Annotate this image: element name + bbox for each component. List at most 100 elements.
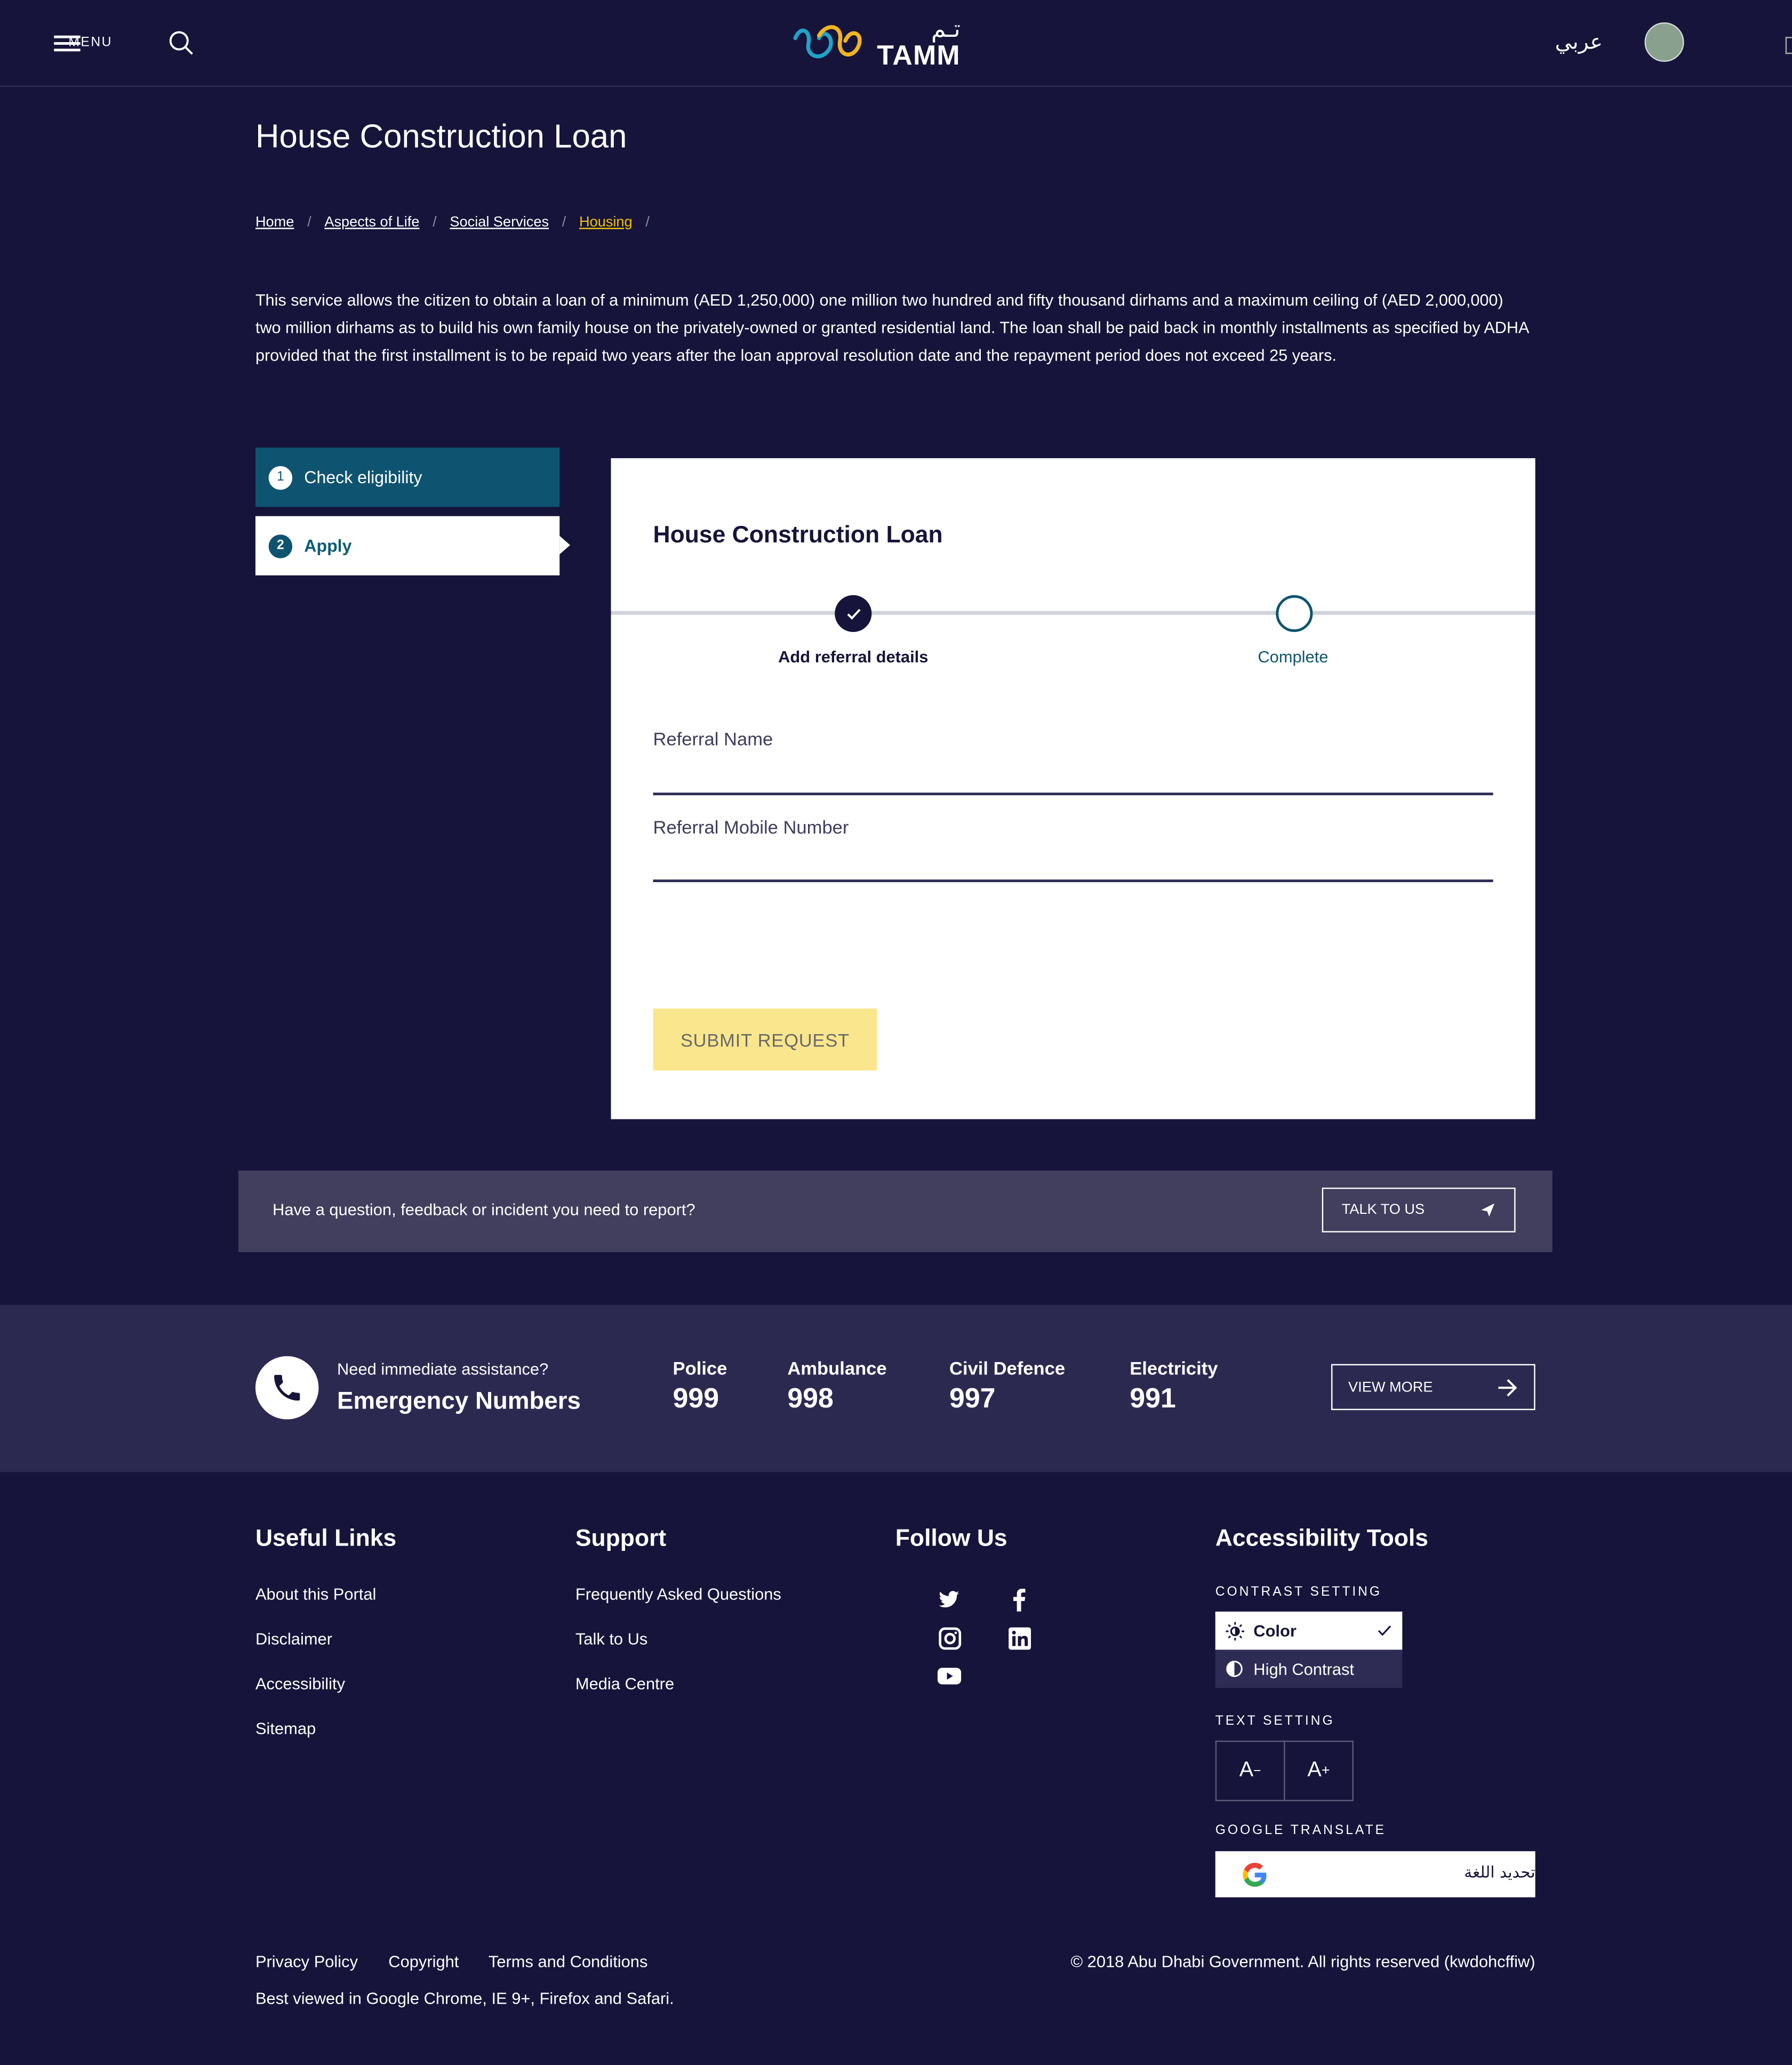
footer-link-faq[interactable]: Frequently Asked Questions bbox=[575, 1585, 781, 1604]
step-label: Apply bbox=[304, 535, 352, 556]
step-check-eligibility[interactable]: 1 Check eligibility bbox=[255, 447, 560, 507]
text-increase-button[interactable]: A + bbox=[1285, 1742, 1353, 1800]
footer-link-disclaimer[interactable]: Disclaimer bbox=[255, 1630, 332, 1648]
service-name: Ambulance bbox=[787, 1357, 887, 1379]
translate-language-select[interactable]: تحديد اللغة bbox=[1464, 1863, 1535, 1882]
service-number: 991 bbox=[1130, 1383, 1176, 1414]
footer-link-media-centre[interactable]: Media Centre bbox=[575, 1675, 674, 1693]
application-form-card: House Construction Loan Add referral det… bbox=[611, 458, 1535, 1119]
menu-label[interactable]: MENU bbox=[68, 36, 113, 50]
contrast-option-high-contrast[interactable]: High Contrast bbox=[1215, 1650, 1403, 1688]
checkmark-icon bbox=[1378, 1625, 1391, 1636]
breadcrumb-housing[interactable]: Housing bbox=[579, 214, 633, 230]
step-number: 1 bbox=[268, 465, 293, 490]
google-g-icon bbox=[1243, 1862, 1267, 1887]
logo-arabic: تـم bbox=[931, 15, 961, 43]
tamm-logo[interactable]: تـم TAMM bbox=[790, 17, 961, 70]
assistance-prompt: Need immediate assistance? bbox=[337, 1360, 549, 1379]
emergency-electricity: Electricity 991 bbox=[1130, 1357, 1218, 1415]
half-circle-icon bbox=[1226, 1660, 1243, 1677]
follow-us-heading: Follow Us bbox=[895, 1524, 1007, 1551]
service-description: This service allows the citizen to obtai… bbox=[255, 291, 1529, 365]
breadcrumb-home[interactable]: Home bbox=[255, 214, 294, 230]
talk-to-us-button[interactable]: TALK TO US bbox=[1322, 1187, 1516, 1232]
facebook-icon[interactable] bbox=[1007, 1588, 1031, 1612]
google-translate-widget[interactable]: تحديد اللغة bbox=[1215, 1851, 1535, 1898]
emergency-title: Emergency Numbers bbox=[337, 1386, 581, 1414]
minus-icon: − bbox=[1253, 1763, 1261, 1779]
copyright-link[interactable]: Copyright bbox=[388, 1952, 459, 1971]
terms-link[interactable]: Terms and Conditions bbox=[489, 1952, 647, 1971]
feedback-text: Have a question, feedback or incident yo… bbox=[273, 1200, 695, 1220]
side-panel-tab[interactable] bbox=[1785, 37, 1792, 54]
user-avatar[interactable] bbox=[1644, 22, 1684, 62]
progress-step-pending bbox=[1276, 595, 1313, 633]
service-number: 999 bbox=[673, 1383, 719, 1414]
privacy-policy-link[interactable]: Privacy Policy bbox=[255, 1952, 358, 1971]
top-navigation-bar: MENU تـم TAMM عربي bbox=[0, 0, 1792, 87]
referral-name-label: Referral Name bbox=[653, 728, 773, 749]
support-heading: Support bbox=[575, 1524, 667, 1551]
service-number: 998 bbox=[787, 1383, 834, 1414]
contrast-option-label: High Contrast bbox=[1253, 1659, 1355, 1678]
footer-link-accessibility[interactable]: Accessibility bbox=[255, 1675, 345, 1693]
talk-to-us-label: TALK TO US bbox=[1341, 1202, 1425, 1218]
instagram-icon[interactable] bbox=[938, 1626, 961, 1650]
breadcrumb-separator: / bbox=[307, 214, 311, 231]
breadcrumb-separator: / bbox=[645, 214, 650, 231]
view-more-label: VIEW MORE bbox=[1348, 1379, 1433, 1395]
referral-mobile-input[interactable] bbox=[653, 879, 1493, 883]
active-step-pointer bbox=[559, 535, 570, 555]
sun-icon bbox=[1226, 1621, 1245, 1640]
tamm-logo-mark-icon bbox=[793, 25, 862, 59]
referral-mobile-label: Referral Mobile Number bbox=[653, 816, 849, 838]
footer-link-about[interactable]: About this Portal bbox=[255, 1585, 376, 1604]
service-name: Electricity bbox=[1130, 1357, 1218, 1379]
submit-request-button[interactable]: SUBMIT REQUEST bbox=[653, 1009, 877, 1071]
checkmark-icon bbox=[846, 608, 860, 619]
view-more-button[interactable]: VIEW MORE bbox=[1331, 1364, 1535, 1411]
emergency-numbers-bar: Need immediate assistance? Emergency Num… bbox=[0, 1304, 1792, 1472]
accessibility-tools-heading: Accessibility Tools bbox=[1215, 1524, 1428, 1551]
form-title: House Construction Loan bbox=[653, 521, 943, 548]
contrast-options: Color High Contrast bbox=[1215, 1611, 1403, 1688]
service-number: 997 bbox=[949, 1383, 996, 1414]
referral-name-input[interactable] bbox=[653, 793, 1493, 796]
breadcrumb-separator: / bbox=[433, 214, 437, 231]
footer-link-talk-to-us[interactable]: Talk to Us bbox=[575, 1630, 648, 1648]
step-number: 2 bbox=[268, 534, 293, 558]
progress-label-referral: Add referral details bbox=[778, 647, 929, 667]
progress-label-complete: Complete bbox=[1258, 647, 1329, 667]
emergency-police: Police 999 bbox=[673, 1357, 727, 1415]
progress-step-done bbox=[835, 595, 872, 633]
language-toggle[interactable]: عربي bbox=[1555, 29, 1603, 54]
emergency-ambulance: Ambulance 998 bbox=[787, 1357, 886, 1415]
browser-note: Best viewed in Google Chrome, IE 9+, Fir… bbox=[255, 1989, 674, 2008]
text-size-controls: A − A + bbox=[1215, 1740, 1354, 1802]
footer-link-sitemap[interactable]: Sitemap bbox=[255, 1719, 316, 1738]
breadcrumb: Home / Aspects of Life / Social Services… bbox=[255, 214, 663, 230]
plus-icon: + bbox=[1321, 1763, 1330, 1779]
feedback-band: Have a question, feedback or incident yo… bbox=[238, 1170, 1553, 1252]
breadcrumb-separator: / bbox=[562, 214, 566, 231]
text-decrease-label: A bbox=[1239, 1759, 1254, 1782]
text-decrease-button[interactable]: A − bbox=[1217, 1742, 1285, 1800]
linkedin-icon[interactable] bbox=[1007, 1626, 1031, 1650]
page-title: House Construction Loan bbox=[255, 118, 627, 156]
logo-text: TAMM bbox=[877, 40, 961, 71]
send-icon bbox=[1481, 1203, 1495, 1217]
breadcrumb-social-services[interactable]: Social Services bbox=[450, 214, 549, 230]
text-setting-caption: TEXT SETTING bbox=[1215, 1714, 1335, 1729]
breadcrumb-aspects-of-life[interactable]: Aspects of Life bbox=[324, 214, 419, 230]
step-label: Check eligibility bbox=[304, 467, 422, 487]
search-icon[interactable] bbox=[169, 30, 195, 63]
phone-icon bbox=[255, 1356, 319, 1420]
contrast-option-color[interactable]: Color bbox=[1215, 1611, 1403, 1650]
emergency-civil-defence: Civil Defence 997 bbox=[949, 1357, 1065, 1415]
contrast-setting-caption: CONTRAST SETTING bbox=[1215, 1585, 1382, 1600]
text-increase-label: A bbox=[1307, 1759, 1322, 1782]
service-name: Police bbox=[673, 1357, 727, 1379]
step-apply[interactable]: 2 Apply bbox=[255, 516, 560, 575]
twitter-icon[interactable] bbox=[938, 1588, 961, 1611]
youtube-icon[interactable] bbox=[937, 1664, 962, 1688]
